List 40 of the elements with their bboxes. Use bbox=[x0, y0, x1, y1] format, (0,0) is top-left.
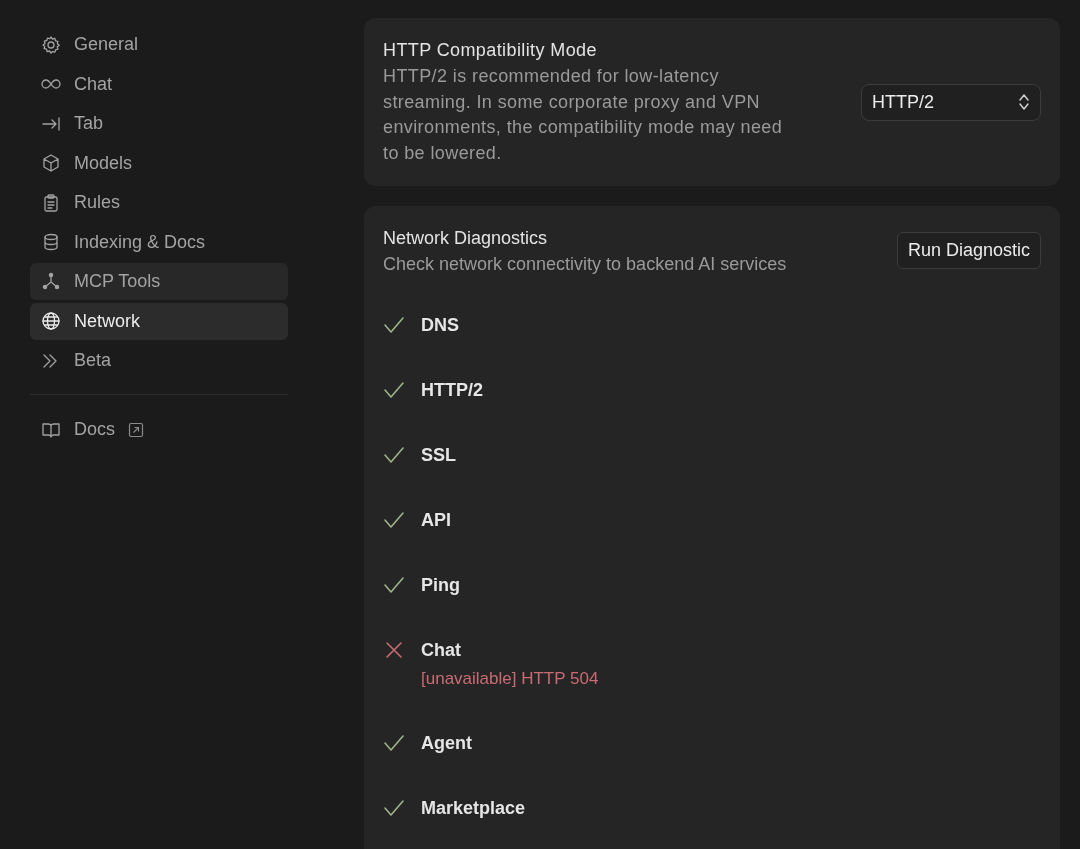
protocol-select[interactable]: HTTP/2 bbox=[861, 83, 1041, 121]
sidebar-item[interactable]: General bbox=[30, 26, 288, 63]
sidebar-item[interactable]: Indexing & Docs bbox=[30, 223, 288, 261]
run-diagnostic-button[interactable]: Run Diagnostic bbox=[896, 232, 1041, 269]
check-icon bbox=[383, 315, 405, 334]
setting-title: HTTP Compatibility Mode bbox=[383, 39, 598, 62]
setting-description: Check network connectivity to backend AI services bbox=[383, 253, 787, 276]
cube-icon bbox=[41, 153, 61, 173]
sidebar-item[interactable]: Network bbox=[30, 302, 288, 340]
check-name: SSL bbox=[421, 443, 456, 466]
check-name: Chat bbox=[421, 638, 462, 661]
check-name: API bbox=[421, 508, 451, 531]
sidebar-item[interactable]: Tab bbox=[30, 105, 288, 142]
check-name: Agent bbox=[421, 731, 472, 754]
clipboard-icon bbox=[41, 192, 61, 213]
check-icon bbox=[383, 575, 405, 594]
check-name: Ping bbox=[421, 573, 460, 596]
up-down-chevron-icon bbox=[1018, 93, 1030, 111]
settings-icon bbox=[41, 34, 61, 55]
check-icon bbox=[383, 510, 405, 529]
sidebar-item[interactable]: Chat bbox=[30, 65, 288, 103]
nodes-icon bbox=[41, 271, 61, 292]
check-icon bbox=[383, 445, 405, 464]
check-name: HTTP/2 bbox=[421, 378, 483, 401]
check-name: Marketplace bbox=[421, 796, 526, 819]
sidebar-item[interactable]: MCP Tools bbox=[30, 263, 288, 300]
database-icon bbox=[41, 232, 61, 252]
setting-description: HTTP/2 is recommended for low-latency streaming. In some corporate proxy and VPN environments, the compatibility mode may need to be lowered. bbox=[383, 65, 784, 165]
sidebar-item[interactable]: Models bbox=[30, 144, 288, 182]
error-message: [unavailable] HTTP 504 bbox=[421, 668, 599, 689]
sidebar-link[interactable]: Docs bbox=[74, 419, 115, 440]
setting-title: Network Diagnostics bbox=[383, 227, 549, 250]
check-icon bbox=[383, 733, 405, 752]
sidebar-item[interactable]: Rules bbox=[30, 184, 288, 221]
check-icon bbox=[383, 798, 405, 817]
check-icon bbox=[383, 380, 405, 399]
sidebar-item[interactable]: Beta bbox=[30, 342, 288, 379]
cross-icon bbox=[383, 640, 405, 659]
check-name: DNS bbox=[421, 313, 459, 336]
globe-icon bbox=[41, 311, 61, 331]
